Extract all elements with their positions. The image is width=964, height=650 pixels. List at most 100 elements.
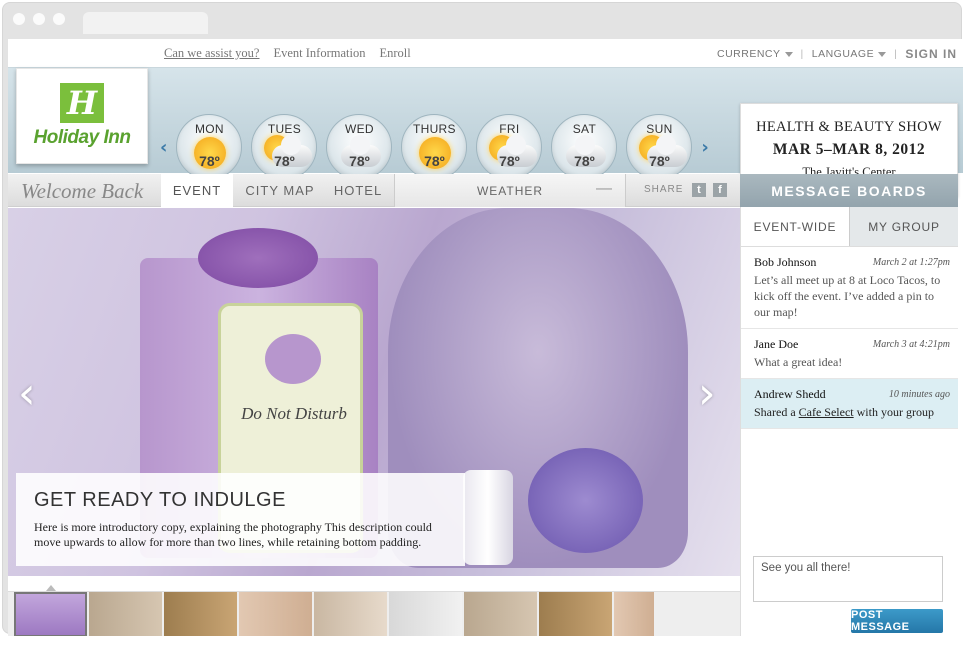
assist-link[interactable]: Can we assist you? [164,46,259,61]
tab-event[interactable]: EVENT [161,174,233,207]
utility-links: CURRENCY | LANGUAGE | SIGN IN [717,47,957,61]
close-dot[interactable] [13,13,25,25]
weather-temp: 78º [499,153,520,169]
minimize-dot[interactable] [33,13,45,25]
thumbnail-strip [8,591,740,636]
tab-hotel[interactable]: HOTEL [326,174,390,207]
tab-weather[interactable]: WEATHER — [394,174,626,207]
weather-day-label: MON [194,122,224,136]
hero-heading: GET READY TO INDULGE [34,489,286,511]
door-hanger-hole [265,334,321,384]
currency-dropdown[interactable]: CURRENCY [717,48,793,60]
weather-temp: 78º [574,153,595,169]
tab-city-map[interactable]: CITY MAP [240,174,320,207]
weather-day-label: SAT [572,122,597,136]
message-boards-header: MESSAGE BOARDS [740,174,958,207]
message-time: March 2 at 1:27pm [872,257,950,268]
hero-caption: GET READY TO INDULGE Here is more introd… [16,473,465,566]
currency-label: CURRENCY [716,48,781,60]
bath-puff-image [528,448,643,553]
message-item-highlighted: Andrew Shedd 10 minutes ago Shared a Caf… [741,379,958,429]
message-item: Jane Doe March 3 at 4:21pm What a great … [741,329,958,379]
thumbnail[interactable] [539,592,612,636]
thumbnail[interactable] [314,592,387,636]
chevron-right-icon[interactable]: › [701,137,708,158]
thumbnail[interactable] [239,592,312,636]
thumbnail[interactable] [464,592,537,636]
header-band: H Holiday Inn ‹ MON 78º TUES 78º WED 78º… [8,67,963,197]
message-text: What a great idea! [754,355,843,369]
weather-day: WED 78º [326,114,393,180]
thumbnail[interactable] [164,592,237,636]
weather-temp: 78º [424,153,445,169]
chevron-down-icon [878,51,887,57]
weather-day: TUES 78º [251,114,318,180]
event-dates: MAR 5–MAR 8, 2012 [772,141,926,158]
message-text: Let’s all meet up at 8 at Loco Tacos, to… [754,273,941,319]
facebook-icon[interactable]: f [713,183,727,197]
brand-name: Holiday Inn [33,127,131,148]
top-links: Can we assist you? Event Information Enr… [164,46,411,61]
twitter-icon[interactable]: t [692,183,706,197]
weather-temp: 78º [349,153,370,169]
message-time: 10 minutes ago [888,389,950,400]
event-info-link[interactable]: Event Information [273,46,365,61]
window-controls [13,13,65,25]
divider: | [800,48,804,60]
main-nav: Welcome Back EVENT CITY MAP HOTEL WEATHE… [8,174,740,207]
weather-forecast: ‹ MON 78º TUES 78º WED 78º THURS 78º FRI… [160,114,709,180]
weather-day: FRI 78º [476,114,543,180]
weather-day: SUN 78º [626,114,693,180]
chevron-left-icon[interactable]: ‹ [18,368,36,419]
collapse-icon[interactable]: — [596,180,613,198]
reply-input[interactable]: See you all there! [753,556,943,602]
share-label: SHARE [644,184,684,195]
welcome-text: Welcome Back [21,179,144,203]
top-strip: Can we assist you? Event Information Enr… [8,39,963,67]
tab-my-group[interactable]: MY GROUP [849,207,958,246]
chevron-down-icon [784,51,793,57]
weather-day-label: THURS [413,122,456,136]
shared-place-link[interactable]: Cafe Select [799,405,854,419]
lotion-bottle-image [463,470,513,565]
weather-day-label: WED [344,122,374,136]
post-message-button[interactable]: POST MESSAGE [851,609,943,633]
message-text: Shared a Cafe Select with your group [754,404,946,420]
logo-mark-icon: H [60,83,104,123]
enroll-link[interactable]: Enroll [379,46,410,61]
product-label: Do Not Disturb [241,404,347,423]
chevron-right-icon[interactable]: › [698,368,716,419]
language-dropdown[interactable]: LANGUAGE [811,48,887,60]
ribbon-bow-image [198,228,318,288]
weather-temp: 78º [649,153,670,169]
page-viewport: Can we assist you? Event Information Enr… [8,39,963,636]
message-text-suffix: with your group [853,405,934,419]
weather-day-label: FRI [499,122,520,136]
weather-day-label: TUES [267,122,302,136]
weather-day: MON 78º [176,114,243,180]
weather-tab-label: WEATHER [476,183,544,198]
logo[interactable]: H Holiday Inn [16,68,148,164]
thumbnail[interactable] [14,592,87,636]
hero-carousel: Do Not Disturb ‹ › GET READY TO INDULGE … [8,208,740,576]
message-text-prefix: Shared a [754,405,799,419]
chevron-left-icon[interactable]: ‹ [160,137,167,158]
browser-tab[interactable] [83,12,208,34]
weather-temp: 78º [199,153,220,169]
weather-day-label: SUN [646,122,673,136]
hero-description: Here is more introductory copy, explaini… [34,520,432,549]
browser-window: Can we assist you? Event Information Enr… [2,2,963,636]
event-title: HEALTH & BEAUTY SHOW [756,119,942,135]
tab-event-wide[interactable]: EVENT-WIDE [741,207,849,246]
maximize-dot[interactable] [53,13,65,25]
thumbnail[interactable] [614,592,654,636]
message-item: Bob Johnson March 2 at 1:27pm Let’s all … [741,247,958,329]
message-board-tabs: EVENT-WIDE MY GROUP [741,207,958,247]
sign-in-link[interactable]: SIGN IN [905,47,957,61]
thumbnail[interactable] [89,592,162,636]
weather-day: SAT 78º [551,114,618,180]
language-label: LANGUAGE [811,48,875,60]
message-boards-panel: EVENT-WIDE MY GROUP Bob Johnson March 2 … [740,207,958,636]
weather-temp: 78º [274,153,295,169]
thumbnail[interactable] [389,592,462,636]
